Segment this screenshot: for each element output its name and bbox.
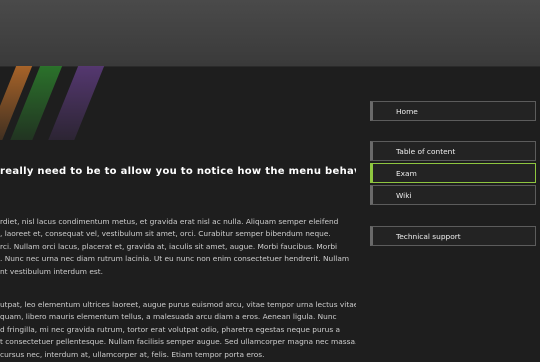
nav-item-table-of-content[interactable]: Table of content bbox=[370, 141, 536, 161]
nav-item-label: Wiki bbox=[396, 191, 412, 200]
nav-item-technical-support[interactable]: Technical support bbox=[370, 226, 536, 246]
nav-item-exam[interactable]: Exam bbox=[370, 163, 536, 183]
decorative-stripes bbox=[0, 66, 110, 140]
nav-group-home: Home bbox=[370, 101, 536, 121]
text-line: nt vestibulum interdum est. bbox=[0, 266, 103, 276]
text-line: quam, libero mauris elementum tellus, a … bbox=[0, 312, 337, 322]
text-line: , laoreet et, consequat vel, vestibulum … bbox=[0, 229, 331, 239]
text-line: rci. Nullam orci lacus, placerat et, gra… bbox=[0, 241, 338, 251]
nav-item-wiki[interactable]: Wiki bbox=[370, 185, 536, 205]
paragraph-1: rdiet, nisl lacus condimentum metus, et … bbox=[0, 216, 356, 278]
nav-item-home[interactable]: Home bbox=[370, 101, 536, 121]
text-line: . Nunc nec urna nec diam rutrum lacinia.… bbox=[0, 254, 350, 264]
text-line: t consectetuer pellentesque. Nullam faci… bbox=[0, 337, 356, 347]
text-line: cursus nec, interdum at, ullamcorper at,… bbox=[0, 349, 265, 359]
nav-item-label: Home bbox=[396, 107, 418, 116]
nav-group-content: Table of content Exam Wiki bbox=[370, 141, 536, 207]
text-line: rdiet, nisl lacus condimentum metus, et … bbox=[0, 217, 339, 226]
nav-group-support: Technical support bbox=[370, 226, 536, 246]
nav-item-label: Exam bbox=[396, 169, 417, 178]
paragraph-2: utpat, leo elementum ultrices laoreet, a… bbox=[0, 299, 356, 361]
header-bar bbox=[0, 0, 540, 67]
text-line: d fringilla, mi nec gravida rutrum, tort… bbox=[0, 324, 341, 334]
nav-item-label: Technical support bbox=[396, 232, 461, 241]
nav-item-label: Table of content bbox=[396, 147, 456, 156]
text-line: utpat, leo elementum ultrices laoreet, a… bbox=[0, 300, 356, 309]
article-heading: really need to be to allow you to notice… bbox=[0, 166, 356, 177]
